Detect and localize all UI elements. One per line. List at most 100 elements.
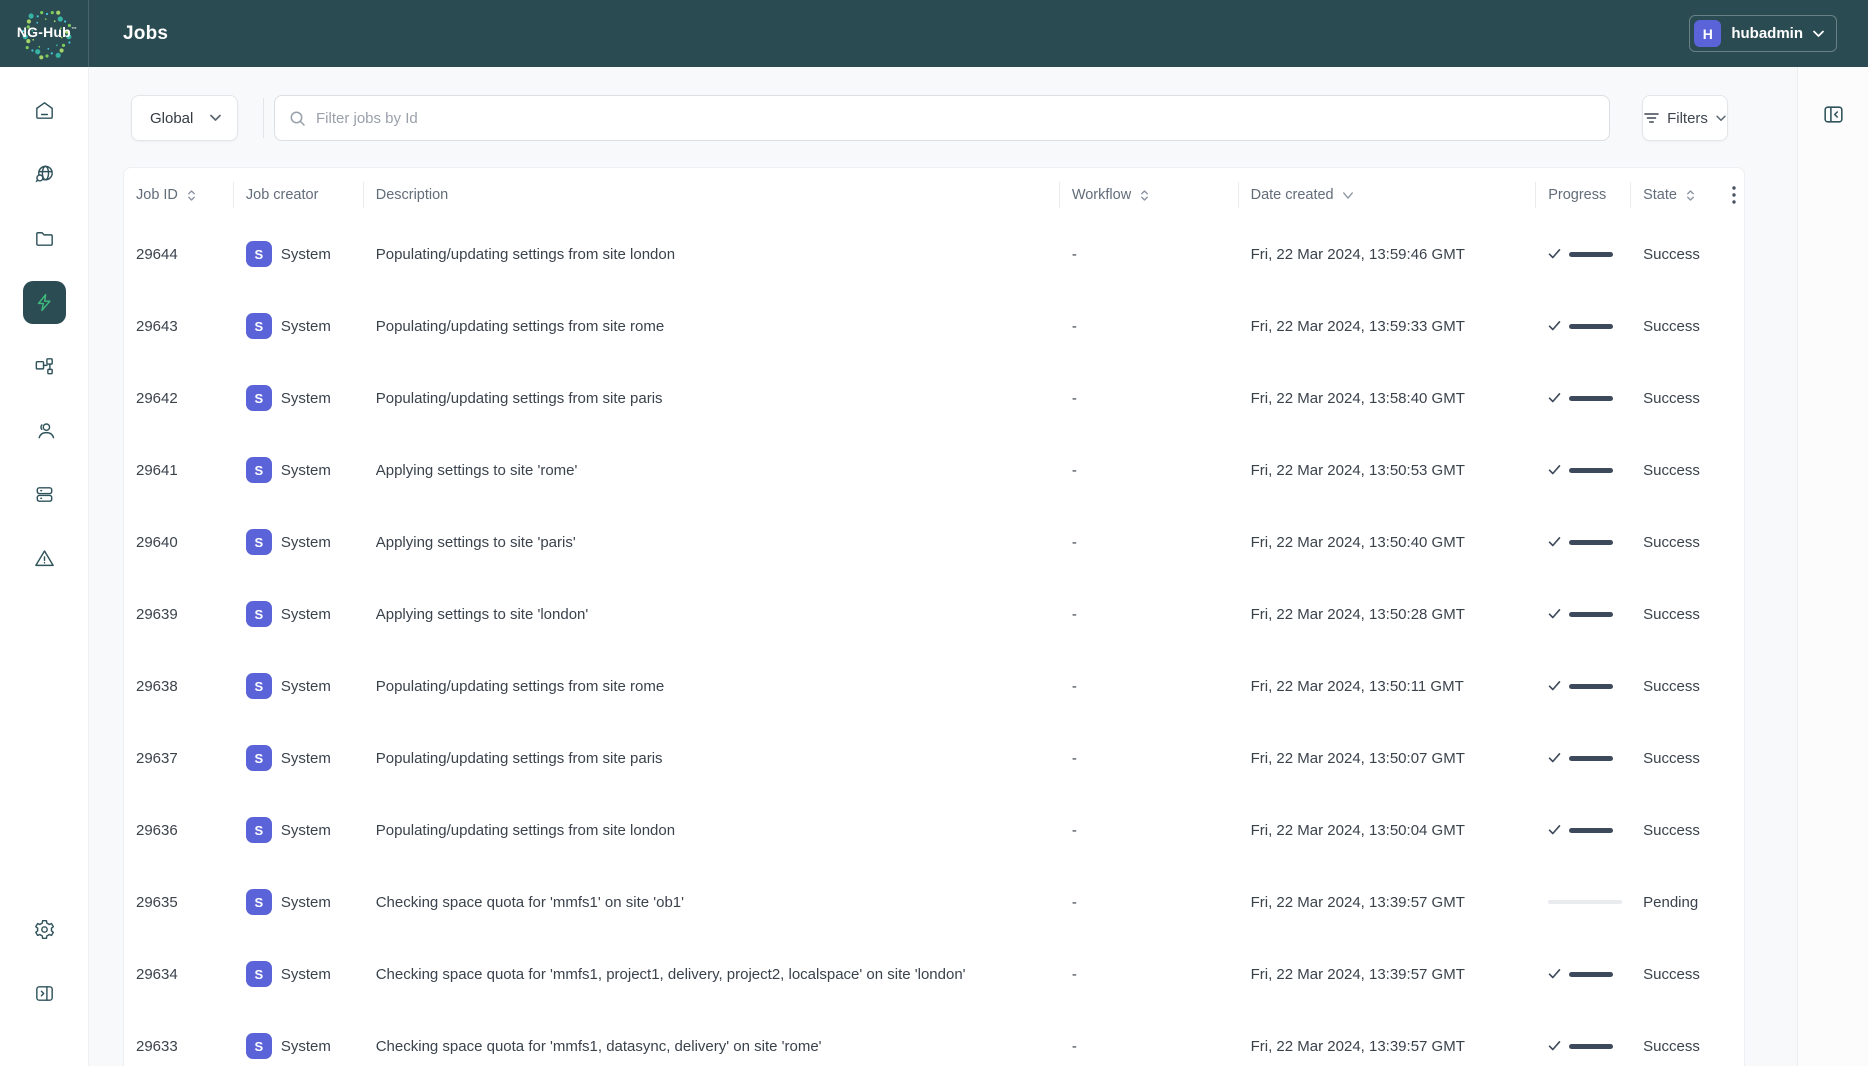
panel-expand-icon <box>1823 105 1843 123</box>
column-header-date-created[interactable]: Date created <box>1239 182 1537 208</box>
user-avatar: H <box>1694 20 1722 47</box>
table-row[interactable]: 29634 S System Checking space quota for … <box>124 938 1744 1010</box>
description-cell: Checking space quota for 'mmfs1, datasyn… <box>375 1037 822 1055</box>
search-box <box>274 95 1610 141</box>
creator-avatar: S <box>245 313 272 339</box>
lightning-icon <box>37 293 51 312</box>
sidebar-item-settings[interactable] <box>23 908 66 951</box>
progress-cell <box>1536 392 1631 404</box>
warning-triangle-icon <box>34 550 54 567</box>
sidebar-item-alerts[interactable] <box>23 537 66 580</box>
job-creator-cell: S System <box>234 457 364 483</box>
sidebar-collapse-button[interactable] <box>23 972 66 1015</box>
progress-bar <box>1569 539 1614 545</box>
table-row[interactable]: 29633 S System Checking space quota for … <box>124 1010 1744 1066</box>
date-created-cell: Fri, 22 Mar 2024, 13:50:04 GMT <box>1250 821 1465 839</box>
scope-value: Global <box>150 109 194 127</box>
progress-cell <box>1536 464 1631 476</box>
workflow-cell: - <box>1071 965 1077 983</box>
job-id-cell: 29638 <box>136 677 178 695</box>
globe-search-icon <box>35 165 53 183</box>
workflow-cell: - <box>1071 749 1077 767</box>
job-id-cell: 29634 <box>136 965 178 983</box>
date-created-cell: Fri, 22 Mar 2024, 13:39:57 GMT <box>1250 893 1465 911</box>
table-row[interactable]: 29635 S System Checking space quota for … <box>124 866 1744 938</box>
workflow-cell: - <box>1071 893 1077 911</box>
sort-icon <box>187 189 195 201</box>
table-row[interactable]: 29637 S System Populating/updating setti… <box>124 722 1744 794</box>
progress-cell <box>1536 320 1631 332</box>
sidebar-item-resources[interactable] <box>23 153 66 196</box>
filters-button[interactable]: Filters <box>1642 95 1728 141</box>
job-creator-cell: S System <box>234 817 364 843</box>
description-cell: Populating/updating settings from site r… <box>375 677 665 695</box>
column-header-job-id[interactable]: Job ID <box>124 182 234 208</box>
right-panel-toggle-button[interactable] <box>1816 97 1850 131</box>
job-creator-cell: S System <box>234 745 364 771</box>
sidebar <box>0 67 89 1066</box>
toolbar-divider <box>263 98 264 138</box>
column-header-workflow[interactable]: Workflow <box>1060 182 1239 208</box>
user-menu[interactable]: H hubadmin <box>1689 15 1837 52</box>
progress-indicator <box>1548 968 1614 980</box>
brand-logo: NG-Hub™ <box>0 0 89 67</box>
table-row[interactable]: 29641 S System Applying settings to site… <box>124 434 1744 506</box>
sidebar-item-jobs[interactable] <box>22 281 66 324</box>
sidebar-item-workflows[interactable] <box>23 345 66 388</box>
table-row[interactable]: 29640 S System Applying settings to site… <box>124 506 1744 578</box>
progress-bar <box>1569 683 1614 689</box>
workflow-cell: - <box>1071 533 1077 551</box>
jobs-table: Job ID Job creator Description Workflow … <box>123 167 1745 1066</box>
users-icon <box>38 423 54 439</box>
job-id-cell: 29639 <box>136 605 178 623</box>
scope-selector[interactable]: Global <box>131 95 238 141</box>
state-cell: Success <box>1643 605 1700 623</box>
main-content: Global Filters Job ID Job cre <box>89 67 1797 1066</box>
workflow-cell: - <box>1071 245 1077 263</box>
filters-label: Filters <box>1667 109 1708 127</box>
job-creator-cell: S System <box>234 601 364 627</box>
table-row[interactable]: 29639 S System Applying settings to site… <box>124 578 1744 650</box>
column-header-state[interactable]: State <box>1631 182 1711 208</box>
table-row[interactable]: 29636 S System Populating/updating setti… <box>124 794 1744 866</box>
job-id-cell: 29641 <box>136 461 178 479</box>
kebab-menu-icon <box>1731 186 1736 204</box>
column-header-job-creator: Job creator <box>234 182 364 208</box>
sidebar-item-users[interactable] <box>23 409 66 452</box>
state-cell: Pending <box>1643 893 1699 911</box>
check-icon <box>1548 753 1561 763</box>
progress-cell <box>1536 824 1631 836</box>
progress-cell <box>1536 752 1631 764</box>
description-cell: Checking space quota for 'mmfs1, project… <box>375 965 966 983</box>
check-icon <box>1548 825 1561 835</box>
chevron-down-icon <box>1813 30 1824 37</box>
date-created-cell: Fri, 22 Mar 2024, 13:50:11 GMT <box>1250 677 1464 695</box>
table-row[interactable]: 29638 S System Populating/updating setti… <box>124 650 1744 722</box>
table-options-button[interactable] <box>1723 181 1744 209</box>
creator-avatar: S <box>245 673 272 699</box>
table-row[interactable]: 29644 S System Populating/updating setti… <box>124 218 1744 290</box>
check-icon <box>1548 465 1561 475</box>
progress-indicator <box>1548 320 1614 332</box>
creator-avatar: S <box>245 889 272 915</box>
table-row[interactable]: 29642 S System Populating/updating setti… <box>124 362 1744 434</box>
sidebar-item-home[interactable] <box>23 89 66 132</box>
progress-indicator <box>1548 392 1614 404</box>
home-icon <box>35 102 53 119</box>
progress-indicator <box>1548 464 1614 476</box>
table-header-row: Job ID Job creator Description Workflow … <box>124 168 1744 218</box>
column-header-progress: Progress <box>1536 182 1632 208</box>
job-creator-cell: S System <box>234 385 364 411</box>
state-cell: Success <box>1643 533 1700 551</box>
sidebar-item-folders[interactable] <box>23 217 66 260</box>
search-input[interactable] <box>316 109 1595 127</box>
column-header-menu <box>1711 182 1744 208</box>
state-cell: Success <box>1643 1037 1700 1055</box>
sidebar-item-storage[interactable] <box>23 473 66 516</box>
workflow-cell: - <box>1071 605 1077 623</box>
workflow-cell: - <box>1071 389 1077 407</box>
creator-avatar: S <box>245 241 272 267</box>
table-row[interactable]: 29643 S System Populating/updating setti… <box>124 290 1744 362</box>
creator-avatar: S <box>245 529 272 555</box>
chevron-down-icon <box>210 114 221 121</box>
